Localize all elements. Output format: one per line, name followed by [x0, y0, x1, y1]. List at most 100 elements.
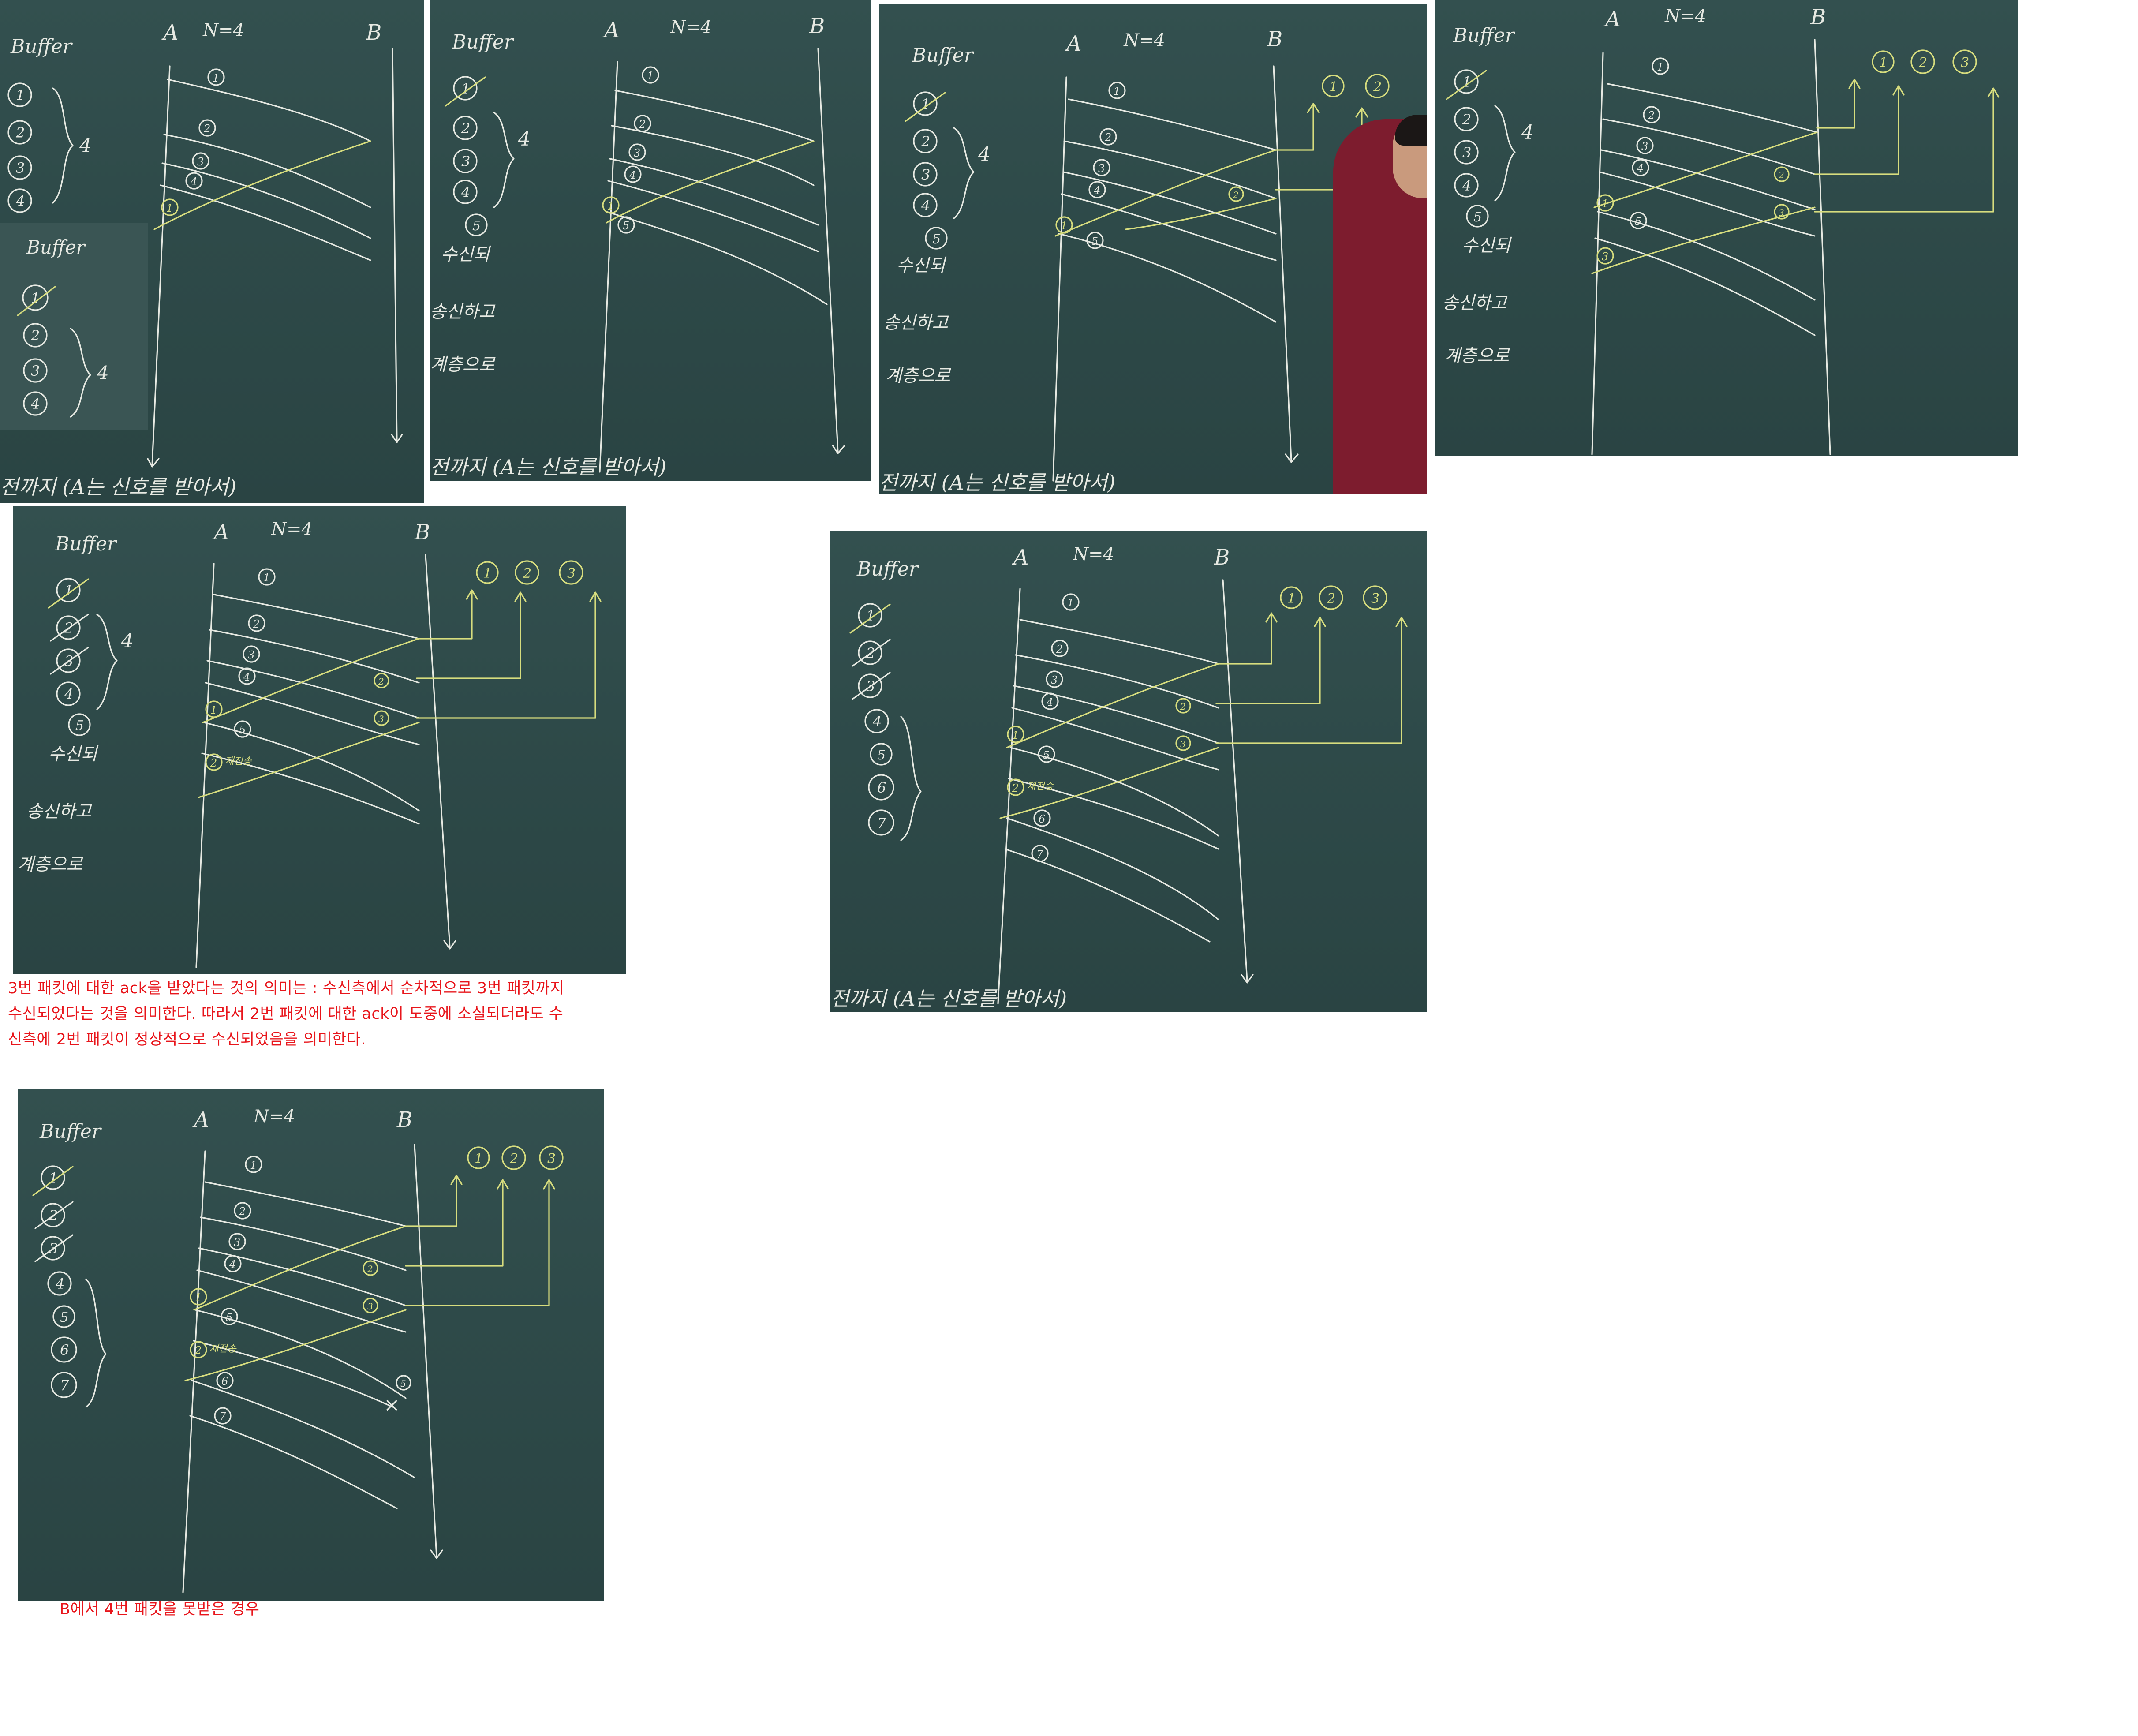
svg-text:5: 5 — [472, 218, 481, 234]
diagram-board-4: Buffer A N=4 B 1 2 3 1 2 3 4 5 1 3 2 3 1… — [1442, 5, 2000, 455]
caption-line-3: 신측에 2번 패킷이 정상적으로 수신되었음을 의미한다. — [8, 1031, 366, 1048]
svg-text:B: B — [1267, 27, 1282, 52]
svg-text:3: 3 — [461, 153, 470, 170]
svg-text:7: 7 — [219, 1410, 226, 1423]
svg-text:5: 5 — [239, 724, 246, 736]
svg-text:2: 2 — [30, 327, 40, 344]
svg-text:3: 3 — [567, 566, 576, 581]
svg-text:4: 4 — [79, 135, 92, 157]
svg-text:3: 3 — [921, 166, 930, 183]
svg-text:3: 3 — [1641, 140, 1648, 153]
svg-text:3: 3 — [1602, 251, 1608, 263]
svg-text:2: 2 — [1327, 591, 1335, 606]
svg-text:5: 5 — [877, 748, 886, 763]
svg-text:A: A — [1065, 31, 1082, 56]
svg-text:A: A — [1012, 545, 1029, 570]
inset-photo: Buffer 1 2 3 4 4 — [0, 223, 148, 430]
svg-text:수신되: 수신되 — [1462, 236, 1512, 256]
svg-text:Buffer: Buffer — [39, 1120, 102, 1143]
svg-text:N=4: N=4 — [1123, 30, 1165, 51]
svg-text:전까지 (A는 신호를 받아서): 전까지 (A는 신호를 받아서) — [879, 471, 1115, 494]
svg-text:계층으로: 계층으로 — [886, 366, 951, 386]
svg-text:5: 5 — [60, 1310, 68, 1325]
svg-text:수신되: 수신되 — [897, 255, 947, 276]
svg-text:N=4: N=4 — [1073, 544, 1114, 565]
caption-packet4-lost: B에서 4번 패킷을 못받은 경우 — [60, 1597, 259, 1622]
svg-text:계층으로: 계층으로 — [1444, 346, 1510, 366]
svg-text:5: 5 — [1473, 210, 1482, 225]
svg-text:송신하고: 송신하고 — [883, 313, 949, 333]
svg-text:1: 1 — [475, 1151, 483, 1167]
svg-text:4: 4 — [921, 197, 930, 214]
diagram-board-5: Buffer A N=4 B 1 2 3 1 2 3 4 5 1 2 재전송 2… — [18, 519, 602, 968]
svg-text:1: 1 — [250, 1159, 257, 1171]
svg-text:Buffer: Buffer — [26, 236, 86, 258]
chalkboard-photo-7: Buffer A N=4 B × 1 2 3 1 2 3 4 5 6 7 5 1 — [18, 1089, 604, 1601]
svg-text:전까지 (A는 신호를 받아서): 전까지 (A는 신호를 받아서) — [430, 455, 666, 479]
svg-text:4: 4 — [629, 169, 636, 181]
svg-text:1: 1 — [210, 704, 217, 716]
svg-text:송신하고: 송신하고 — [26, 801, 92, 822]
svg-text:3: 3 — [1371, 591, 1379, 606]
svg-text:B: B — [1810, 5, 1826, 30]
diagram-board-6: Buffer A N=4 B 1 2 3 1 2 3 4 5 6 7 1 2 재… — [830, 544, 1408, 1010]
svg-text:2: 2 — [1012, 782, 1019, 794]
svg-text:2: 2 — [367, 1264, 373, 1274]
svg-text:1: 1 — [1061, 220, 1067, 232]
svg-text:6: 6 — [221, 1375, 228, 1388]
chalkboard-photo-5: Buffer A N=4 B 1 2 3 1 2 3 4 5 1 2 재전송 2… — [13, 506, 626, 974]
svg-text:4: 4 — [872, 713, 882, 730]
timeline-a — [151, 65, 171, 466]
svg-text:3: 3 — [634, 147, 640, 159]
svg-text:N=4: N=4 — [271, 519, 313, 539]
svg-text:수신되: 수신되 — [441, 244, 491, 265]
svg-text:N=4: N=4 — [253, 1107, 295, 1127]
svg-text:A: A — [1604, 7, 1621, 32]
svg-text:2: 2 — [15, 124, 25, 141]
svg-text:B: B — [1214, 545, 1230, 570]
svg-text:2: 2 — [1233, 190, 1239, 200]
chalkboard-photo-6: Buffer A N=4 B 1 2 3 1 2 3 4 5 6 7 1 2 재… — [830, 531, 1427, 1012]
svg-text:4: 4 — [1462, 177, 1471, 194]
svg-text:재전송: 재전송 — [209, 1343, 237, 1354]
svg-text:3: 3 — [1462, 144, 1471, 161]
svg-text:3: 3 — [367, 1301, 373, 1312]
window-size-label: N=4 — [202, 20, 244, 41]
buffer-label: Buffer — [10, 35, 73, 58]
svg-text:계층으로: 계층으로 — [18, 854, 83, 875]
svg-text:1: 1 — [647, 70, 654, 82]
svg-text:4: 4 — [978, 143, 991, 166]
svg-text:2: 2 — [461, 120, 470, 137]
svg-text:1: 1 — [1114, 85, 1120, 97]
svg-text:1: 1 — [1067, 597, 1074, 609]
svg-text:1: 1 — [1602, 198, 1608, 210]
svg-text:1: 1 — [1879, 55, 1888, 71]
svg-text:4: 4 — [64, 686, 73, 703]
svg-text:1: 1 — [1012, 729, 1019, 741]
svg-text:6: 6 — [60, 1342, 69, 1358]
svg-text:3: 3 — [248, 649, 254, 661]
svg-text:2: 2 — [1648, 109, 1655, 122]
svg-text:N=4: N=4 — [1664, 6, 1706, 26]
svg-text:계층으로: 계층으로 — [430, 355, 496, 375]
svg-text:2: 2 — [1104, 131, 1111, 144]
svg-text:4: 4 — [55, 1276, 64, 1292]
svg-text:Buffer: Buffer — [856, 558, 919, 580]
svg-text:4: 4 — [229, 1258, 236, 1271]
diagram-board-7: Buffer A N=4 B × 1 2 3 1 2 3 4 5 6 7 5 1 — [32, 1107, 564, 1593]
svg-text:Buffer: Buffer — [1453, 24, 1516, 47]
svg-text:2: 2 — [639, 118, 646, 131]
svg-text:1: 1 — [607, 200, 614, 212]
lost-packet-mark: × — [384, 1394, 400, 1416]
svg-text:5: 5 — [1635, 215, 1641, 228]
svg-text:4: 4 — [190, 176, 197, 188]
svg-text:B: B — [809, 14, 825, 38]
svg-text:3: 3 — [197, 156, 204, 168]
svg-text:1: 1 — [166, 202, 173, 214]
svg-text:송신하고: 송신하고 — [1442, 293, 1508, 313]
diagram-board-2: Buffer A N=4 B 1 2 3 4 5 1 1 2 3 4 5 4 수… — [430, 14, 845, 479]
svg-text:4: 4 — [1637, 162, 1644, 175]
svg-text:4: 4 — [518, 128, 531, 150]
svg-text:4: 4 — [1046, 696, 1053, 708]
caption-line-1: 3번 패킷에 대한 ack을 받았다는 것의 의미는 : 수신측에서 순차적으로… — [8, 980, 564, 997]
